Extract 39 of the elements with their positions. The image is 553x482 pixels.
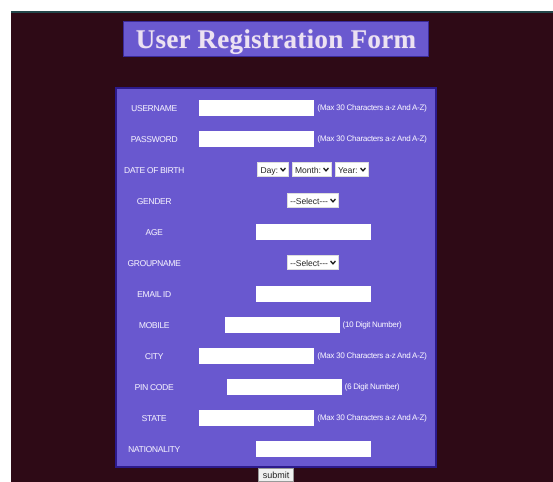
field-hint: (Max 30 Characters a-z And A-Z) xyxy=(317,134,427,143)
field-label: USERNAME xyxy=(130,102,178,112)
form-title: User Registration Form xyxy=(123,21,429,57)
dropdown[interactable]: --Select--- xyxy=(287,193,339,208)
field-label: DATE OF BIRTH xyxy=(122,164,185,174)
text-input[interactable] xyxy=(256,286,370,302)
submit-button[interactable]: submit xyxy=(258,468,294,482)
field-hint: (Max 30 Characters a-z And A-Z) xyxy=(317,351,427,360)
dropdown[interactable]: Day: xyxy=(257,162,289,177)
field-hint: (6 Digit Number) xyxy=(344,382,400,391)
field-label: STATE xyxy=(140,412,168,422)
field-hint: (Max 30 Characters a-z And A-Z) xyxy=(317,103,427,112)
chevron-icon xyxy=(322,167,329,172)
chevron-icon xyxy=(330,260,336,265)
field-label: EMAIL ID xyxy=(136,288,172,298)
field-label: AGE xyxy=(144,226,164,236)
text-input[interactable] xyxy=(256,440,370,456)
field-label: PIN CODE xyxy=(134,382,174,392)
field-label: NATIONALITY xyxy=(127,444,181,454)
text-input[interactable] xyxy=(199,348,314,364)
chevron-icon xyxy=(280,167,286,172)
chevron-icon xyxy=(330,198,336,203)
text-input[interactable] xyxy=(224,316,340,332)
dropdown[interactable]: Month: xyxy=(292,162,332,177)
field-label: GENDER xyxy=(136,196,172,206)
text-input[interactable] xyxy=(199,130,314,146)
text-input[interactable] xyxy=(199,410,314,426)
field-hint: (10 Digit Number) xyxy=(342,320,402,329)
dropdown[interactable]: Year: xyxy=(334,162,369,177)
dropdown[interactable]: --Select--- xyxy=(287,255,339,270)
field-hint: (Max 30 Characters a-z And A-Z) xyxy=(317,413,427,422)
text-input[interactable] xyxy=(199,100,314,116)
field-label: PASSWORD xyxy=(130,134,178,144)
field-label: GROUPNAME xyxy=(126,258,182,268)
field-label: CITY xyxy=(144,350,164,360)
text-input[interactable] xyxy=(226,378,342,394)
text-input[interactable] xyxy=(256,224,370,240)
chevron-icon xyxy=(360,167,366,172)
field-label: MOBILE xyxy=(138,320,170,330)
